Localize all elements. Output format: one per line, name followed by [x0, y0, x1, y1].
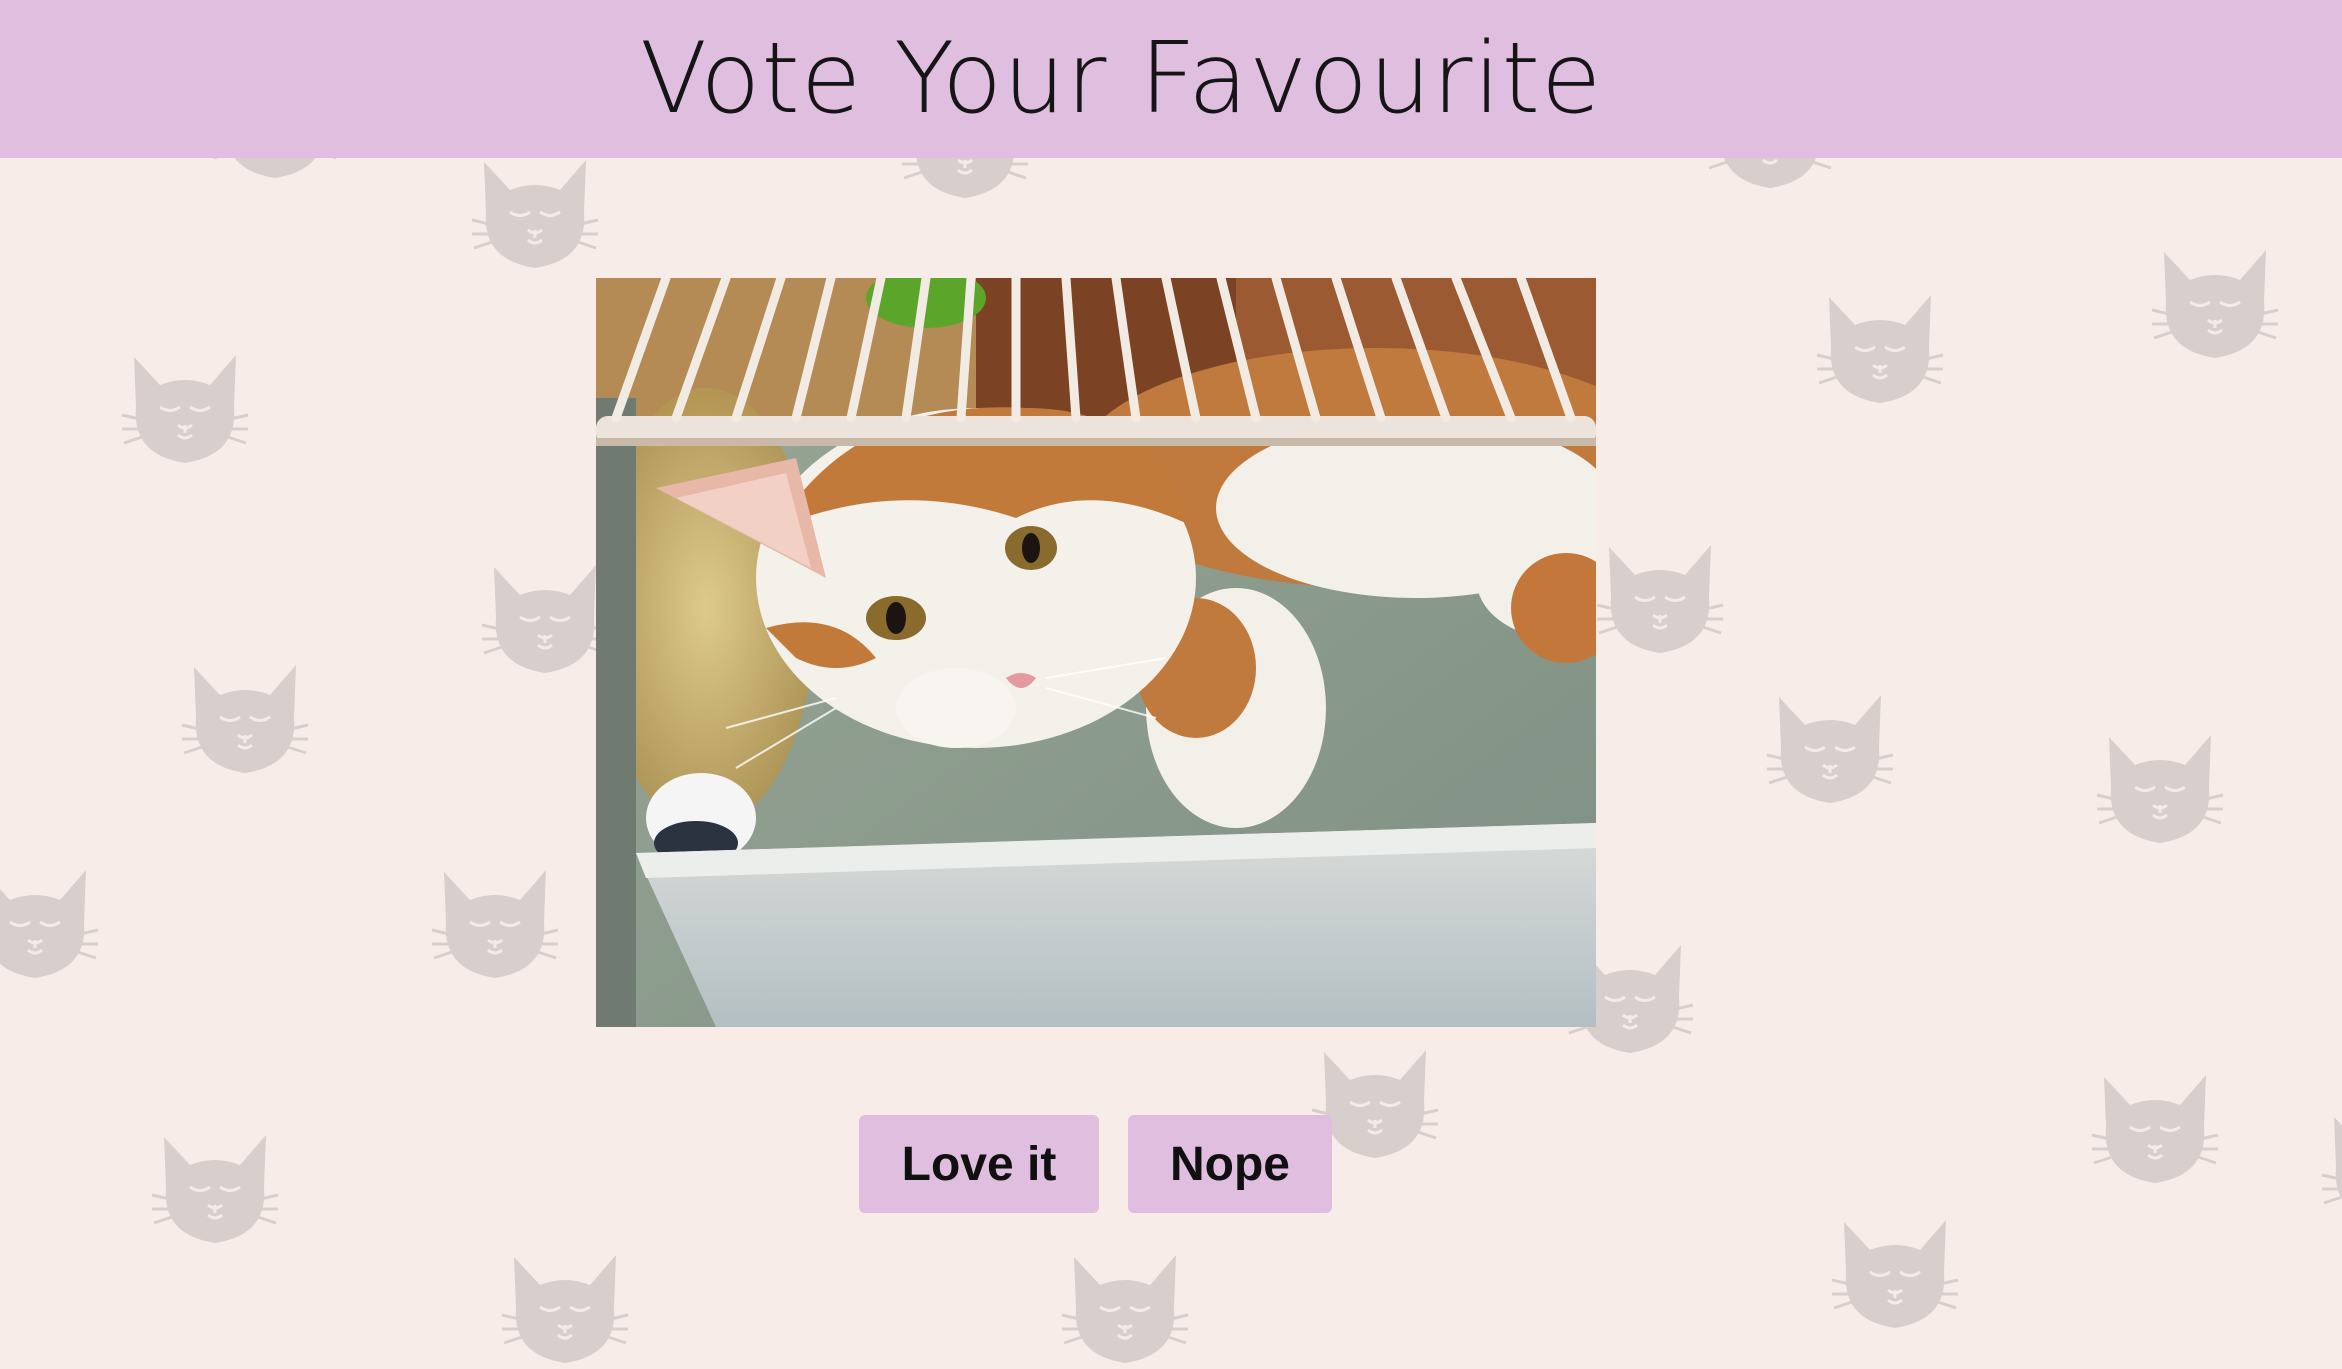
cat-face-icon [1830, 1218, 1960, 1330]
cat-face-icon [120, 353, 250, 465]
cat-face-icon [1815, 293, 1945, 405]
cat-face-icon [2150, 248, 2280, 360]
cat-face-icon [1765, 693, 1895, 805]
cat-face-icon [480, 563, 610, 675]
cat-face-icon [2095, 733, 2225, 845]
cat-face-icon [2090, 1073, 2220, 1185]
cat-face-icon [0, 868, 100, 980]
cat-face-icon [2320, 1113, 2342, 1225]
cat-face-icon [150, 1133, 280, 1245]
cat-face-icon [430, 868, 560, 980]
cat-face-icon [470, 158, 600, 270]
love-it-button[interactable]: Love it [859, 1115, 1099, 1213]
page-title: Vote Your Favourite [640, 22, 1603, 136]
cat-face-icon [1060, 1253, 1190, 1365]
nope-button[interactable]: Nope [1128, 1115, 1332, 1213]
cat-face-icon [1595, 543, 1725, 655]
cat-face-icon [180, 663, 310, 775]
page-header: Vote Your Favourite [0, 0, 2342, 158]
cat-photo [596, 278, 1596, 1027]
cat-face-icon [500, 1253, 630, 1365]
